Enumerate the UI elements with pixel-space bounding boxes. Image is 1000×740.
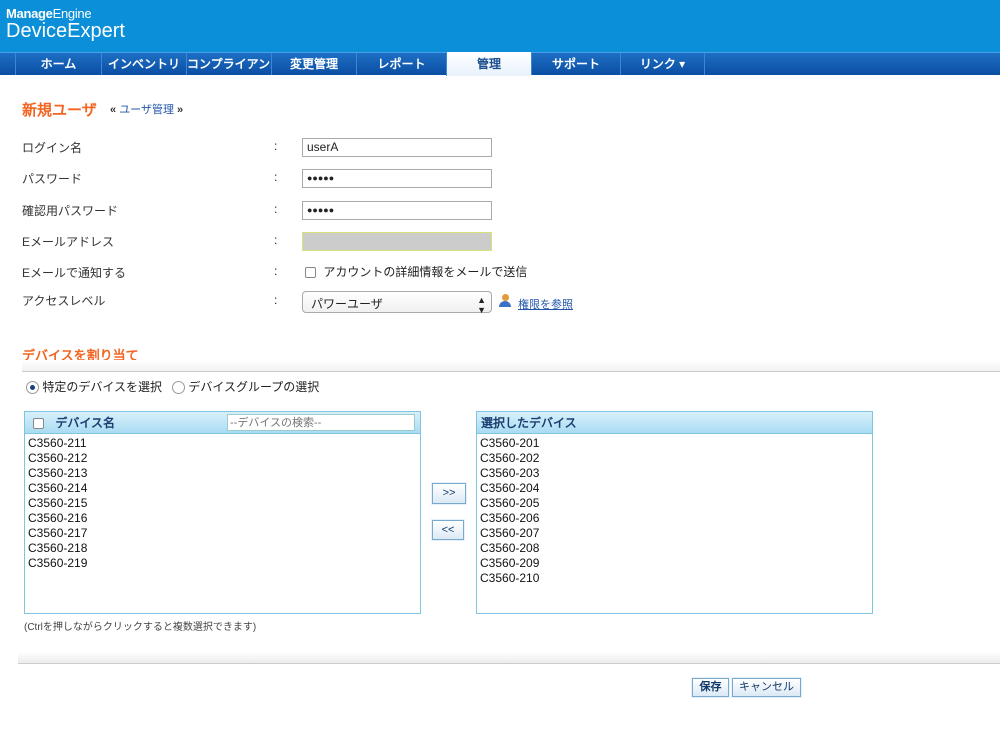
user-icon [499, 294, 511, 307]
tab-change-management[interactable]: 変更管理 [271, 53, 356, 75]
tab-reports[interactable]: レポート [356, 53, 446, 75]
radio-icon[interactable] [172, 381, 185, 395]
colon: : [274, 139, 278, 153]
view-permissions-link[interactable]: 権限を参照 [518, 296, 573, 312]
device-list-item[interactable]: C3560-211 [28, 436, 417, 451]
notify-option: アカウントの詳細情報をメールで送信 [305, 263, 527, 280]
breadcrumb-left-mark: « [110, 104, 117, 116]
access-level-select[interactable]: パワーユーザ ▲ ▼ [302, 291, 492, 315]
login-name-input[interactable]: userA [302, 138, 492, 157]
email-label: Eメールアドレス [22, 235, 115, 249]
confirm-password-label: 確認用パスワード [22, 204, 119, 218]
tab-compliance[interactable]: コンプライアンス [186, 53, 271, 75]
device-list-item[interactable]: C3560-205 [480, 496, 869, 511]
selected-devices-panel: 選択したデバイス C3560-201 C3560-202 C3560-203 C356… [476, 411, 873, 614]
notify-option-label: アカウントの詳細情報をメールで送信 [323, 265, 528, 279]
colon: : [274, 264, 278, 278]
notify-checkbox[interactable] [305, 267, 316, 279]
device-list-item[interactable]: C3560-214 [28, 481, 417, 496]
selected-devices-list[interactable]: C3560-201 C3560-202 C3560-203 C3560-204 C356… [477, 434, 872, 588]
radio-specific-devices[interactable]: 特定のデバイスを選択 [26, 378, 162, 395]
select-arrows-icon: ▲ ▼ [477, 295, 486, 315]
device-list-item[interactable]: C3560-206 [480, 511, 869, 526]
radio-device-group[interactable]: デバイスグループの選択 [172, 378, 319, 395]
password-input[interactable]: ●●●●● [302, 169, 492, 188]
device-list-item[interactable]: C3560-209 [480, 556, 869, 571]
brand-logo: ManageEngine [6, 6, 92, 21]
footer-divider [18, 652, 1000, 664]
brand-light: Engine [52, 6, 92, 21]
breadcrumb-right-mark: » [177, 104, 184, 116]
breadcrumb-user-management[interactable]: ユーザ管理 [119, 104, 174, 116]
radio-group-label: デバイスグループの選択 [188, 380, 320, 394]
breadcrumb: « ユーザ管理 » [110, 101, 183, 117]
app-header: ManageEngine DeviceExpert [0, 0, 1000, 52]
confirm-password-input[interactable]: ●●●●● [302, 201, 492, 220]
main-nav: ホーム インベントリ コンプライアンス 変更管理 レポート 管理 サポート リン… [0, 52, 1000, 76]
device-list-item[interactable]: C3560-210 [480, 571, 869, 586]
product-name: DeviceExpert [6, 20, 125, 42]
device-list-item[interactable]: C3560-219 [28, 556, 417, 571]
remove-device-button[interactable]: << [432, 520, 464, 540]
access-level-value: パワーユーザ [311, 297, 383, 311]
device-list-item[interactable]: C3560-215 [28, 496, 417, 511]
select-all-checkbox[interactable] [33, 418, 44, 430]
tab-support[interactable]: サポート [531, 53, 620, 75]
device-list-item[interactable]: C3560-217 [28, 526, 417, 541]
device-list-item[interactable]: C3560-213 [28, 466, 417, 481]
add-device-button[interactable]: >> [432, 483, 466, 504]
device-search-input[interactable] [227, 414, 415, 431]
device-list-item[interactable]: C3560-204 [480, 481, 869, 496]
save-button[interactable]: 保存 [692, 678, 729, 697]
selected-devices-header: 選択したデバイス [477, 412, 872, 434]
brand-bold: Manage [6, 6, 53, 21]
available-devices-header: デバイス名 [25, 412, 420, 434]
device-list-item[interactable]: C3560-201 [480, 436, 869, 451]
colon: : [274, 233, 278, 247]
section-divider [22, 360, 1000, 372]
device-list-item[interactable]: C3560-203 [480, 466, 869, 481]
password-label: パスワード [22, 172, 83, 186]
tab-links[interactable]: リンク ▾ [620, 53, 705, 75]
access-level-label: アクセスレベル [22, 294, 106, 308]
device-list-item[interactable]: C3560-218 [28, 541, 417, 556]
colon: : [274, 293, 278, 307]
available-devices-panel: デバイス名 C3560-211C3560-212C3560-213C3560-2… [24, 411, 421, 614]
device-name-header: デバイス名 [55, 416, 115, 430]
device-list-item[interactable]: C3560-208 [480, 541, 869, 556]
tab-home[interactable]: ホーム [15, 53, 101, 75]
device-list-item[interactable]: C3560-216 [28, 511, 417, 526]
colon: : [274, 170, 278, 184]
login-label: ログイン名 [22, 141, 83, 155]
device-list-item[interactable]: C3560-207 [480, 526, 869, 541]
cancel-button[interactable]: キャンセル [732, 678, 801, 697]
colon: : [274, 202, 278, 216]
tab-admin[interactable]: 管理 [446, 52, 531, 76]
radio-icon-selected[interactable] [26, 381, 39, 395]
page-title: 新規ユーザ [22, 102, 97, 119]
device-list-item[interactable]: C3560-212 [28, 451, 417, 466]
available-devices-list[interactable]: C3560-211 C3560-212 C3560-213 C3560-214 C356… [25, 434, 420, 573]
radio-specific-label: 特定のデバイスを選択 [42, 380, 162, 394]
notify-label: Eメールで通知する [22, 266, 127, 280]
email-input[interactable] [302, 232, 492, 251]
tab-inventory[interactable]: インベントリ [101, 53, 186, 75]
multi-select-hint: (Ctrlを押しながらクリックすると複数選択できます) [24, 622, 257, 633]
device-list-item[interactable]: C3560-202 [480, 451, 869, 466]
